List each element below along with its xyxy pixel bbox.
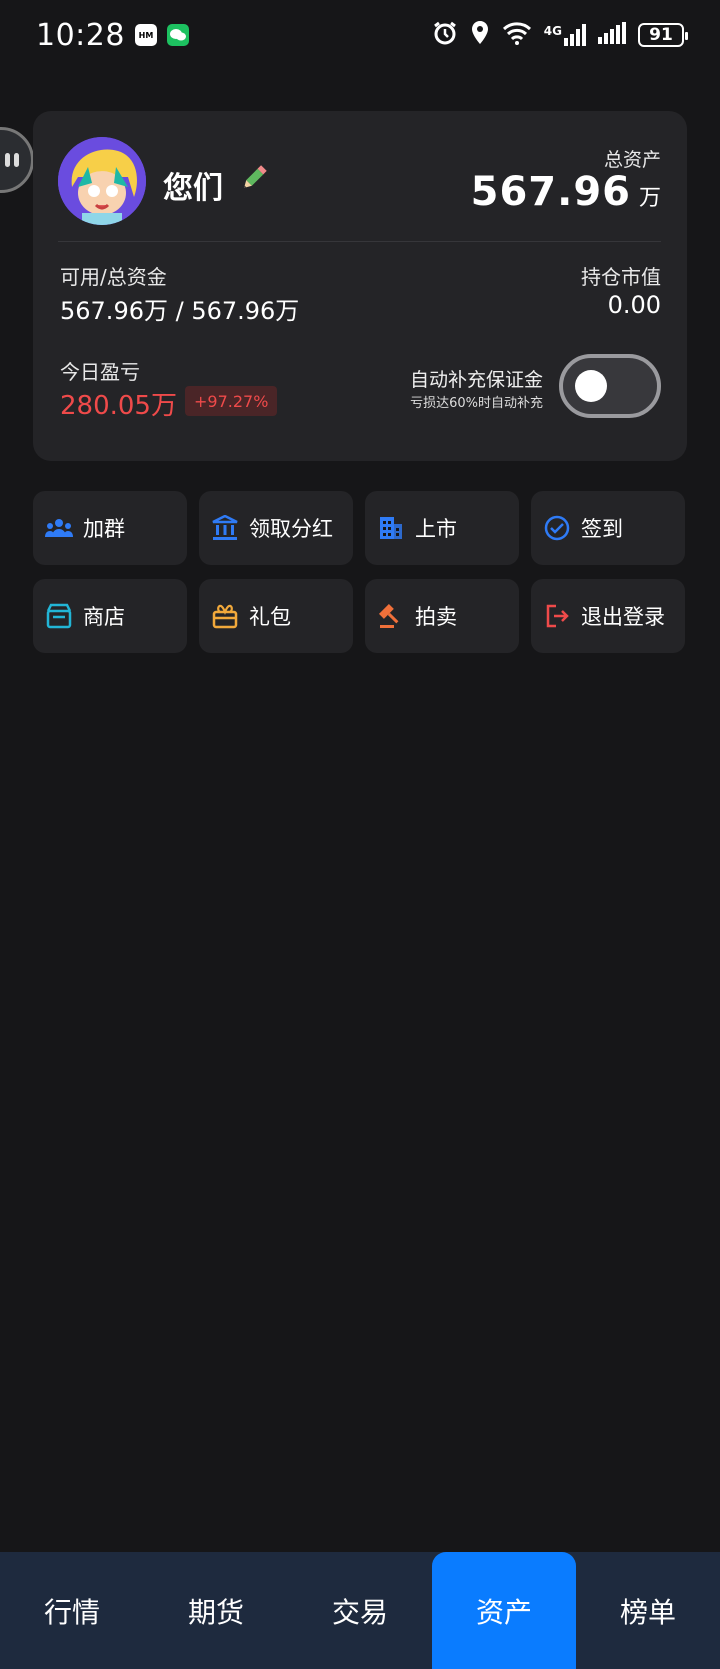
status-time: 10:28 — [36, 17, 125, 53]
wifi-icon — [502, 21, 532, 49]
store-button[interactable]: 商店 — [33, 579, 187, 653]
auction-button[interactable]: 拍卖 — [365, 579, 519, 653]
battery-icon: 91 — [638, 23, 688, 47]
ipo-label: 上市 — [415, 517, 457, 541]
status-bar: 10:28 HM 4G 91 — [0, 0, 720, 70]
claim-dividend-button[interactable]: 领取分红 — [199, 491, 353, 565]
account-card: 您们 总资产 567.96 万 可用/总资金 567.96万 / 567.96万… — [33, 111, 687, 461]
today-pnl-label: 今日盈亏 — [60, 360, 140, 384]
join-group-label: 加群 — [83, 517, 125, 541]
nav-tab-futures[interactable]: 期货 — [144, 1552, 288, 1669]
building-icon — [377, 514, 405, 542]
position-value-label: 持仓市值 — [581, 265, 661, 289]
gift-pack-label: 礼包 — [249, 605, 291, 629]
today-pnl-value: 280.05万 — [60, 391, 177, 421]
bank-icon — [211, 514, 239, 542]
gift-icon — [211, 602, 239, 630]
bottom-nav: 行情 期货 交易 资产 榜单 — [0, 1552, 720, 1669]
check-in-label: 签到 — [581, 517, 623, 541]
total-assets-value: 567.96 万 — [471, 169, 661, 215]
store-label: 商店 — [83, 605, 125, 629]
gift-pack-button[interactable]: 礼包 — [199, 579, 353, 653]
nav-tab-trade[interactable]: 交易 — [288, 1552, 432, 1669]
claim-dividend-label: 领取分红 — [249, 517, 333, 541]
toggle-knob — [575, 370, 607, 402]
nav-tab-leaderboard[interactable]: 榜单 — [576, 1552, 720, 1669]
avatar[interactable] — [58, 137, 146, 225]
position-value: 0.00 — [607, 291, 661, 319]
gavel-icon — [377, 602, 405, 630]
today-pnl-percent-badge: +97.27% — [185, 386, 278, 416]
auto-margin-label: 自动补充保证金 — [409, 369, 543, 391]
auction-label: 拍卖 — [415, 605, 457, 629]
total-assets-label: 总资产 — [603, 149, 661, 171]
nav-tab-assets[interactable]: 资产 — [432, 1552, 576, 1669]
user-name: 您们 — [163, 171, 223, 206]
auto-margin-description: 亏损达60%时自动补充 — [410, 396, 543, 411]
edit-name-pencil-icon[interactable] — [239, 163, 269, 193]
join-group-button[interactable]: 加群 — [33, 491, 187, 565]
floating-ball-handle[interactable] — [0, 127, 34, 193]
nav-tab-market[interactable]: 行情 — [0, 1552, 144, 1669]
alarm-icon — [432, 20, 458, 50]
total-assets-unit: 万 — [638, 186, 661, 211]
total-assets-number: 567.96 — [470, 169, 631, 215]
group-icon — [45, 514, 73, 542]
auto-margin-toggle[interactable] — [559, 354, 661, 418]
card-divider — [58, 241, 661, 242]
location-icon — [470, 20, 490, 50]
logout-icon — [543, 602, 571, 630]
available-funds-label: 可用/总资金 — [60, 265, 167, 289]
check-circle-icon — [543, 514, 571, 542]
cellular-4g-icon: 4G — [544, 24, 586, 46]
logout-label: 退出登录 — [581, 605, 665, 629]
hmos-icon: HM — [134, 24, 157, 46]
available-funds-value: 567.96万 / 567.96万 — [60, 297, 300, 325]
wechat-icon — [166, 24, 189, 46]
store-icon — [45, 602, 73, 630]
check-in-button[interactable]: 签到 — [531, 491, 685, 565]
logout-button[interactable]: 退出登录 — [531, 579, 685, 653]
action-grid: 加群 领取分红 上市 签到 商店 礼包 拍卖 退出登录 — [33, 491, 687, 653]
ipo-button[interactable]: 上市 — [365, 491, 519, 565]
signal-icon — [598, 22, 626, 48]
